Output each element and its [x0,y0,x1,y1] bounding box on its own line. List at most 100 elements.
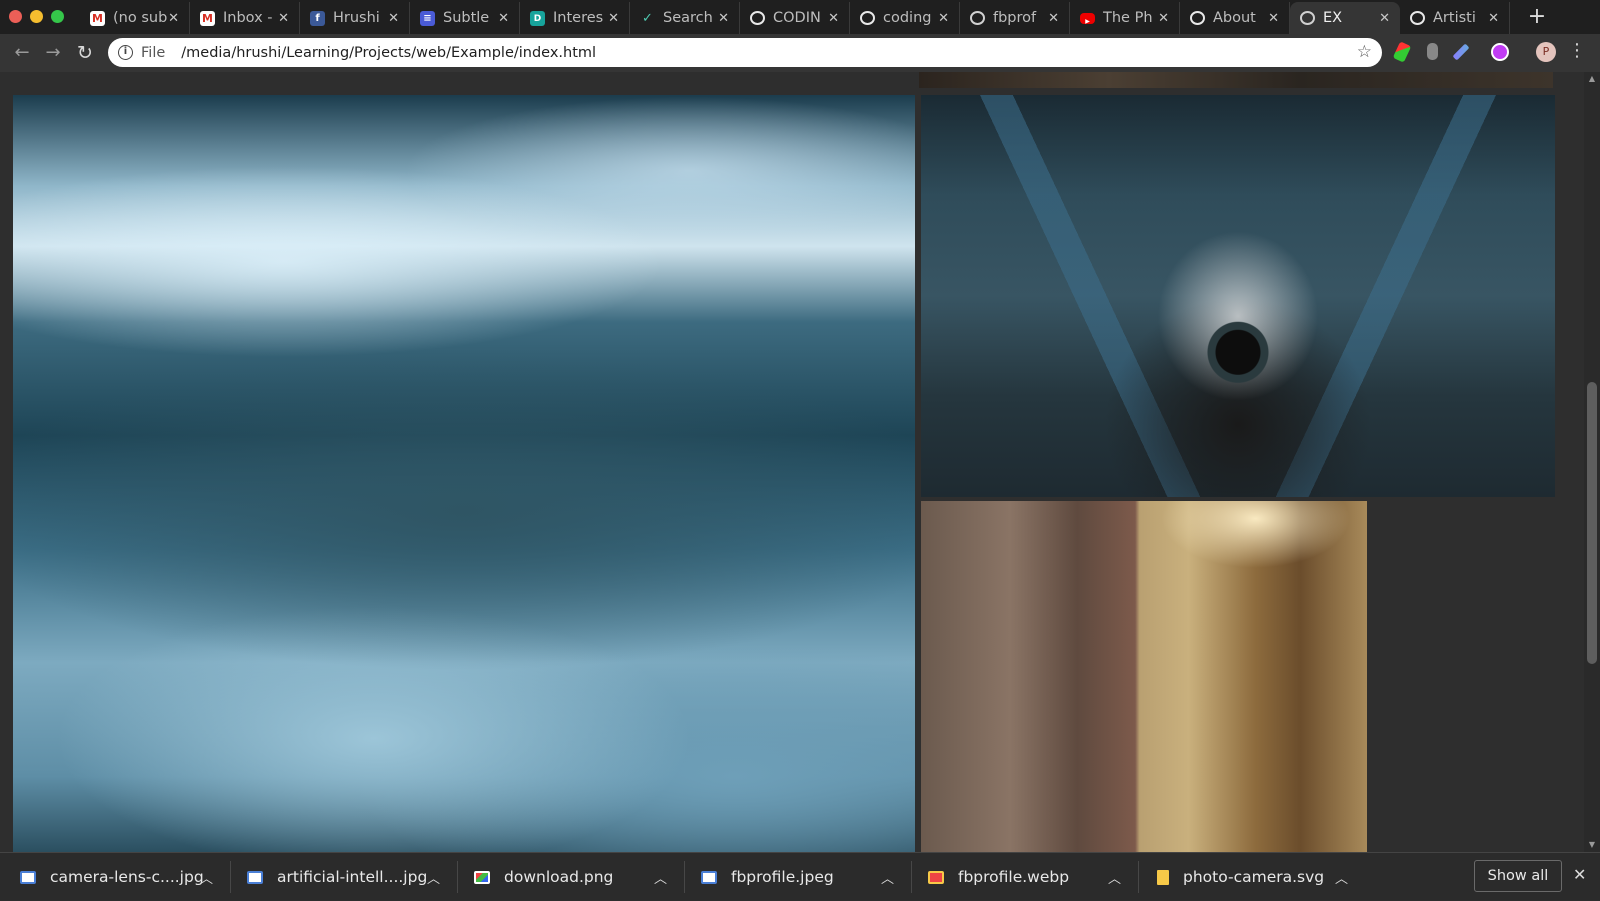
browser-toolbar: ← → ↻ i File /media/hrushi/Learning/Proj… [0,34,1600,72]
image-file-icon [701,870,717,884]
forward-arrow-icon[interactable]: → [40,40,66,66]
gmail-icon [90,10,105,26]
google-icon [1410,11,1425,25]
tab-3[interactable]: Subtle ✕ [410,2,520,34]
download-item[interactable]: photo-camera.svg [1157,853,1324,901]
menu-dots-icon[interactable]: ⋮ [1568,40,1586,61]
close-icon[interactable]: ✕ [278,11,289,26]
close-icon[interactable]: ✕ [828,11,839,26]
page-viewport [0,72,1584,852]
reload-icon[interactable]: ↻ [72,40,98,66]
tab-1[interactable]: Inbox - ✕ [190,2,300,34]
bookmark-star-icon[interactable]: ☆ [1357,42,1372,62]
extension-color-icon[interactable] [1491,43,1509,61]
extension-eyedropper-icon[interactable] [1452,43,1470,61]
download-item[interactable]: fbprofile.jpeg [701,853,834,901]
close-icon[interactable]: ✕ [498,11,509,26]
tab-7[interactable]: coding ✕ [850,2,960,34]
divider [1138,861,1139,893]
scrollbar-thumb[interactable] [1587,382,1597,664]
download-filename: camera-lens-c....jpg [50,868,204,886]
back-arrow-icon[interactable]: ← [9,40,35,66]
window-maximize-button[interactable] [51,10,64,23]
tab-10[interactable]: About ✕ [1180,2,1290,34]
download-filename: photo-camera.svg [1183,868,1325,886]
tab-title: Inbox - [223,10,273,26]
close-icon[interactable]: ✕ [608,11,619,26]
scroll-up-arrow-icon[interactable]: ▲ [1584,72,1600,86]
download-filename: artificial-intell....jpg [277,868,428,886]
dev-icon [530,10,545,26]
divider [911,861,912,893]
image-file-icon [928,870,944,884]
close-icon[interactable]: ✕ [718,11,729,26]
gallery-image-camera [921,95,1555,497]
download-item[interactable]: camera-lens-c....jpg [20,853,204,901]
gallery-image-forest [921,501,1367,852]
tab-4[interactable]: Interes ✕ [520,2,630,34]
tab-8[interactable]: fbprof ✕ [960,2,1070,34]
chevron-up-icon[interactable]: ︿ [654,868,667,887]
close-icon[interactable]: ✕ [168,11,179,26]
divider [230,861,231,893]
tab-title: Hrushi [333,10,380,26]
download-item[interactable]: fbprofile.webp [928,853,1069,901]
tab-title: Interes [553,10,604,26]
info-icon[interactable]: i [118,45,133,60]
gallery-image-partial [919,72,1553,88]
tab-9[interactable]: The Ph ✕ [1070,2,1180,34]
tab-title: EX [1323,10,1343,26]
tab-12[interactable]: Artisti ✕ [1400,2,1510,34]
google-icon [1190,11,1205,25]
url-text[interactable]: /media/hrushi/Learning/Projects/web/Exam… [181,45,596,61]
profile-avatar[interactable]: P [1536,42,1556,62]
close-icon[interactable]: ✕ [1379,11,1390,26]
tab-2[interactable]: Hrushi ✕ [300,2,410,34]
close-icon[interactable]: ✕ [1268,11,1279,26]
image-file-icon [20,870,36,884]
tab-title: Artisti [1433,10,1476,26]
download-item[interactable]: artificial-intell....jpg [247,853,427,901]
close-icon[interactable]: ✕ [1573,865,1586,884]
image-file-icon [474,870,490,884]
close-icon[interactable]: ✕ [388,11,399,26]
chevron-up-icon[interactable]: ︿ [200,868,213,887]
download-filename: download.png [504,868,614,886]
gallery-image-water [13,95,915,852]
google-icon [750,11,765,25]
download-shelf: camera-lens-c....jpg ︿ artificial-intell… [0,852,1600,900]
scheme-label: File [141,44,166,61]
search-check-icon [640,11,655,26]
chevron-up-icon[interactable]: ︿ [881,868,894,887]
new-tab-button[interactable]: + [1525,4,1549,29]
chevron-up-icon[interactable]: ︿ [427,868,440,887]
tab-strip: (no sub✕ Inbox - ✕ Hrushi ✕ Subtle ✕ Intere… [0,0,1600,34]
tab-5[interactable]: Search ✕ [630,2,740,34]
window-minimize-button[interactable] [30,10,43,23]
show-all-button[interactable]: Show all [1474,860,1562,892]
tab-title: coding [883,10,932,26]
vertical-scrollbar[interactable]: ▲ ▼ [1584,72,1600,852]
close-icon[interactable]: ✕ [1488,11,1499,26]
download-item[interactable]: download.png [474,853,613,901]
close-icon[interactable]: ✕ [1158,11,1169,26]
window-close-button[interactable] [9,10,22,23]
youtube-icon [1080,12,1095,24]
extension-icon[interactable] [1427,43,1438,60]
chevron-up-icon[interactable]: ︿ [1335,868,1348,887]
tab-11-active[interactable]: EX ✕ [1290,2,1400,34]
close-icon[interactable]: ✕ [938,11,949,26]
subtle-icon [420,10,435,26]
download-filename: fbprofile.webp [958,868,1070,886]
chevron-up-icon[interactable]: ︿ [1108,868,1121,887]
close-icon[interactable]: ✕ [1048,11,1059,26]
tab-title: fbprof [993,10,1037,26]
tab-title: Search [663,10,713,26]
tab-0[interactable]: (no sub✕ [80,2,190,34]
extension-pen-icon[interactable] [1392,41,1412,63]
tab-6[interactable]: CODIN ✕ [740,2,850,34]
tab-title: Subtle [443,10,490,26]
address-bar[interactable]: i File /media/hrushi/Learning/Projects/w… [108,38,1382,67]
scroll-down-arrow-icon[interactable]: ▼ [1584,838,1600,852]
tab-list: (no sub✕ Inbox - ✕ Hrushi ✕ Subtle ✕ Intere… [80,2,1510,34]
